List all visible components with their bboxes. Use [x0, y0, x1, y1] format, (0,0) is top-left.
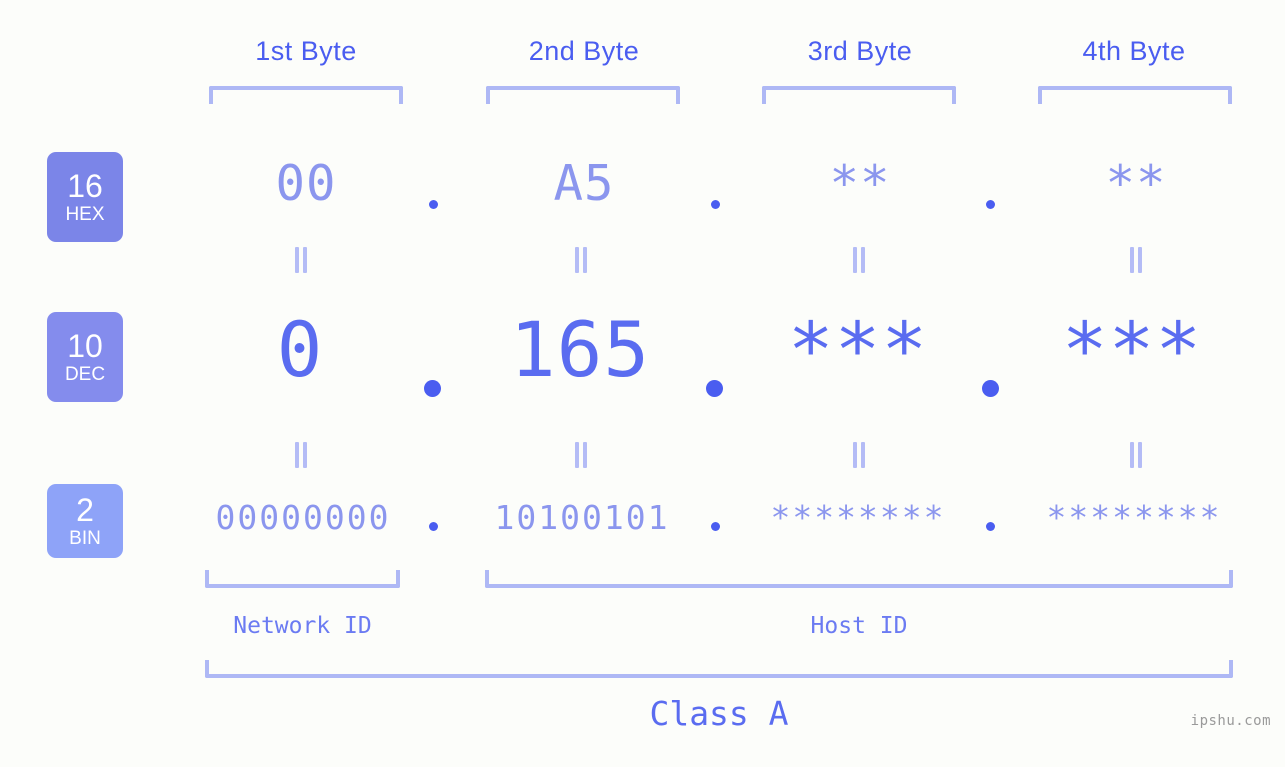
- radix-badge-hex: 16 HEX: [47, 152, 123, 242]
- byte-title-3: 3rd Byte: [807, 36, 913, 66]
- radix-badge-bin: 2 BIN: [47, 484, 123, 558]
- ip-address-breakdown-diagram: 1st Byte 2nd Byte 3rd Byte 4th Byte 16 H…: [0, 0, 1285, 767]
- bin-byte-2: 10100101: [494, 498, 670, 537]
- network-id-label: Network ID: [233, 613, 372, 639]
- bin-byte-3: ********: [770, 498, 946, 537]
- byte-bracket-2: [486, 86, 680, 104]
- dec-separator-1: [424, 380, 441, 397]
- equality-mark-hex-dec-3: [851, 247, 867, 273]
- class-bracket: [205, 660, 1233, 678]
- bin-separator-1: [429, 522, 438, 531]
- byte-bracket-4: [1038, 86, 1232, 104]
- byte-title-1: 1st Byte: [255, 36, 357, 66]
- radix-badge-hex-label: HEX: [65, 204, 105, 225]
- hex-byte-2: A5: [553, 155, 615, 212]
- hex-byte-1: 00: [275, 155, 337, 212]
- equality-mark-dec-bin-4: [1128, 442, 1144, 468]
- bin-separator-3: [986, 522, 995, 531]
- radix-badge-bin-label: BIN: [69, 528, 101, 549]
- hex-separator-3: [986, 200, 995, 209]
- dec-byte-1: 0: [276, 305, 324, 394]
- byte-bracket-1: [209, 86, 403, 104]
- hex-separator-1: [429, 200, 438, 209]
- equality-mark-dec-bin-1: [293, 442, 309, 468]
- dec-byte-2: 165: [509, 305, 651, 394]
- radix-badge-dec-label: DEC: [64, 364, 106, 385]
- equality-mark-dec-bin-3: [851, 442, 867, 468]
- radix-badge-hex-number: 16: [67, 168, 103, 204]
- byte-title-4: 4th Byte: [1082, 36, 1186, 66]
- dec-separator-3: [982, 380, 999, 397]
- radix-badge-bin-number: 2: [76, 492, 94, 528]
- byte-bracket-3: [762, 86, 956, 104]
- equality-mark-hex-dec-4: [1128, 247, 1144, 273]
- bin-byte-1: 00000000: [215, 498, 391, 537]
- hex-separator-2: [711, 200, 720, 209]
- bin-byte-4: ********: [1046, 498, 1222, 537]
- equality-mark-hex-dec-2: [573, 247, 589, 273]
- radix-badge-dec-number: 10: [67, 328, 103, 364]
- hex-byte-3: **: [829, 155, 891, 212]
- equality-mark-dec-bin-2: [573, 442, 589, 468]
- hex-byte-4: **: [1105, 155, 1167, 212]
- equality-mark-hex-dec-1: [293, 247, 309, 273]
- bin-separator-2: [711, 522, 720, 531]
- network-id-bracket: [205, 570, 400, 588]
- byte-title-2: 2nd Byte: [528, 36, 640, 66]
- watermark: ipshu.com: [1190, 713, 1271, 729]
- dec-byte-3: ***: [787, 305, 929, 394]
- host-id-bracket: [485, 570, 1233, 588]
- radix-badge-dec: 10 DEC: [47, 312, 123, 402]
- dec-byte-4: ***: [1061, 305, 1203, 394]
- dec-separator-2: [706, 380, 723, 397]
- class-label: Class A: [649, 694, 789, 733]
- host-id-label: Host ID: [810, 613, 908, 639]
